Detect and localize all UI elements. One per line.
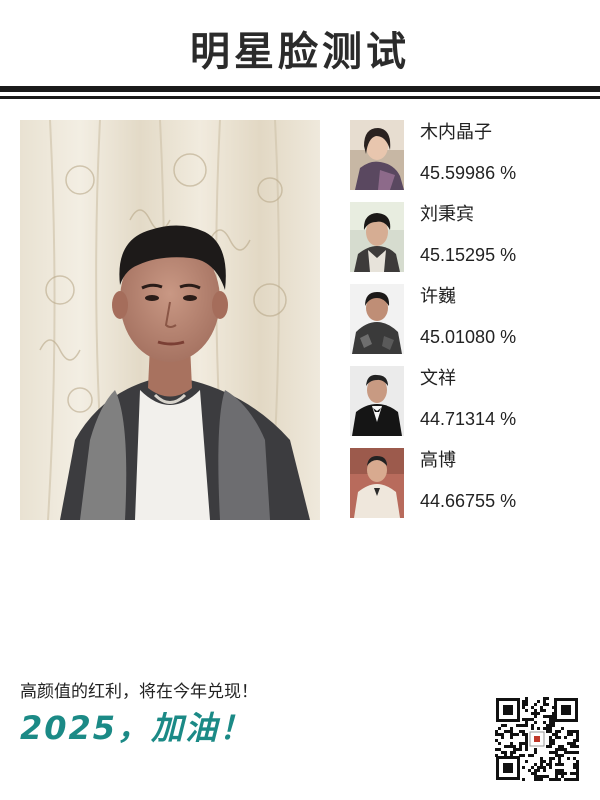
celebrity-photo xyxy=(350,366,404,436)
user-photo xyxy=(20,120,320,520)
header-divider-thick xyxy=(0,86,600,92)
footer-tagline: 高颜值的红利，将在今年兑现！ xyxy=(20,682,258,702)
similarity-score: 45.15295 % xyxy=(420,245,517,265)
celebrity-name: 木内晶子 xyxy=(420,122,492,143)
celebrity-name: 许巍 xyxy=(420,286,456,307)
celebrity-name: 高博 xyxy=(420,450,456,471)
celebrity-name: 文祥 xyxy=(420,368,456,389)
page-header: 明星脸测试 xyxy=(0,0,600,100)
match-result-item[interactable]: 文祥 44.71314 % xyxy=(350,366,580,436)
similarity-score: 44.71314 % xyxy=(420,409,517,429)
page-title: 明星脸测试 xyxy=(190,29,410,75)
match-result-item[interactable]: 许巍 45.01080 % xyxy=(350,284,580,354)
match-result-item[interactable]: 刘秉宾 45.15295 % xyxy=(350,202,580,272)
match-result-item[interactable]: 高博 44.66755 % xyxy=(350,448,580,518)
match-result-item[interactable]: 木内晶子 45.59986 % xyxy=(350,120,580,190)
similarity-score: 45.01080 % xyxy=(420,327,517,347)
celebrity-photo xyxy=(350,120,404,190)
qr-code-icon[interactable] xyxy=(494,696,580,782)
footer-slogan: 2025，加油！ xyxy=(20,709,254,747)
similarity-score: 44.66755 % xyxy=(420,491,517,511)
celebrity-photo xyxy=(350,448,404,518)
celebrity-photo xyxy=(350,284,404,354)
celebrity-photo xyxy=(350,202,404,272)
similarity-score: 45.59986 % xyxy=(420,163,517,183)
header-divider-thin xyxy=(0,96,600,99)
celebrity-name: 刘秉宾 xyxy=(420,204,474,225)
